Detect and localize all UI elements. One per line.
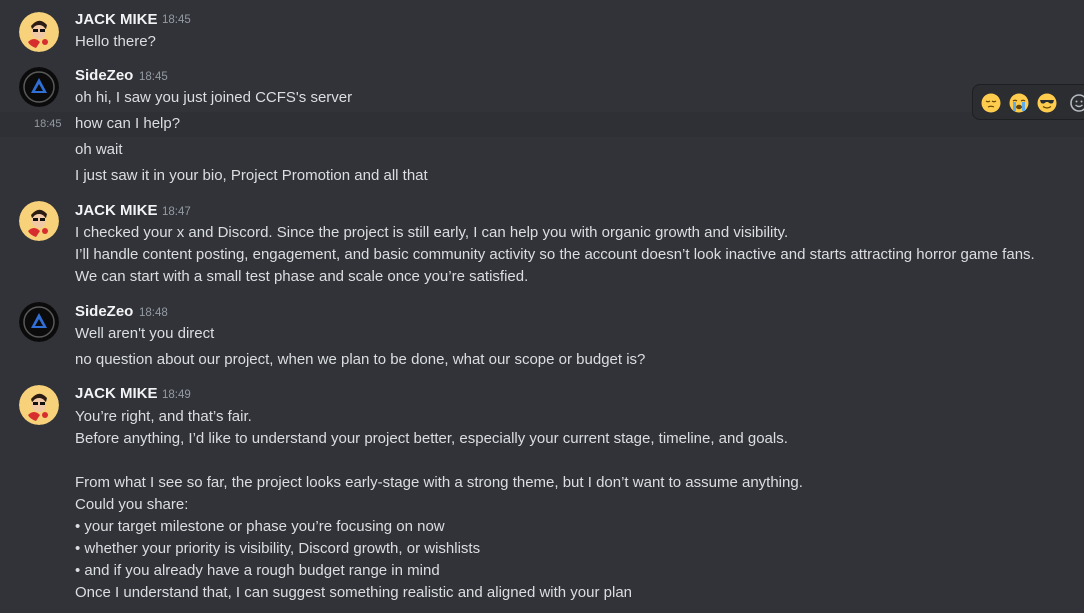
hover-timestamp: 18:45 (34, 118, 62, 130)
message-text: oh wait (75, 141, 123, 158)
message-text: From what I see so far, the project look… (75, 474, 803, 491)
message-timestamp: 18:45 (139, 71, 168, 83)
pensive-face-icon[interactable] (981, 93, 1001, 113)
message-text: • your target milestone or phase you’re … (75, 518, 445, 535)
message-text: I’ll handle content posting, engagement,… (75, 246, 1035, 263)
message-text: oh hi, I saw you just joined CCFS's serv… (75, 89, 353, 106)
avatar-sidezeo[interactable] (19, 67, 59, 107)
message-text: Well aren't you direct (75, 325, 215, 342)
message-text: You’re right, and that’s fair. (75, 408, 252, 425)
message-text: • and if you already have a rough budget… (75, 562, 440, 579)
username-sidezeo[interactable]: SideZeo (75, 67, 133, 85)
message-text: no question about our project, when we p… (75, 351, 646, 368)
message-timestamp: 18:47 (162, 206, 191, 218)
message-timestamp: 18:45 (162, 14, 191, 26)
message-text: I checked your x and Discord. Since the … (75, 224, 789, 241)
username-jack-mike[interactable]: JACK MIKE (75, 385, 158, 403)
username-jack-mike[interactable]: JACK MIKE (75, 11, 158, 29)
message-text: Hello there? (75, 33, 156, 50)
username-sidezeo[interactable]: SideZeo (75, 303, 133, 321)
message-text: Once I understand that, I can suggest so… (75, 584, 632, 601)
avatar-jack-mike[interactable] (19, 12, 59, 52)
smiling-face-with-sunglasses-icon[interactable] (1037, 93, 1057, 113)
avatar-jack-mike[interactable] (19, 385, 59, 425)
message-text: • whether your priority is visibility, D… (75, 540, 481, 557)
message-timestamp: 18:49 (162, 389, 191, 401)
avatar-sidezeo[interactable] (19, 302, 59, 342)
message-text: We can start with a small test phase and… (75, 268, 529, 285)
add-reaction-icon[interactable] (1069, 93, 1084, 113)
message-text: Could you share: (75, 496, 189, 513)
username-jack-mike[interactable]: JACK MIKE (75, 202, 158, 220)
loudly-crying-face-icon[interactable] (1009, 93, 1029, 113)
avatar-jack-mike[interactable] (19, 201, 59, 241)
message-text: Before anything, I’d like to understand … (75, 430, 788, 447)
message-text: how can I help? (75, 115, 181, 132)
message-reaction-toolbar (972, 84, 1084, 120)
message-timestamp: 18:48 (139, 307, 168, 319)
message-text: I just saw it in your bio, Project Promo… (75, 167, 428, 184)
